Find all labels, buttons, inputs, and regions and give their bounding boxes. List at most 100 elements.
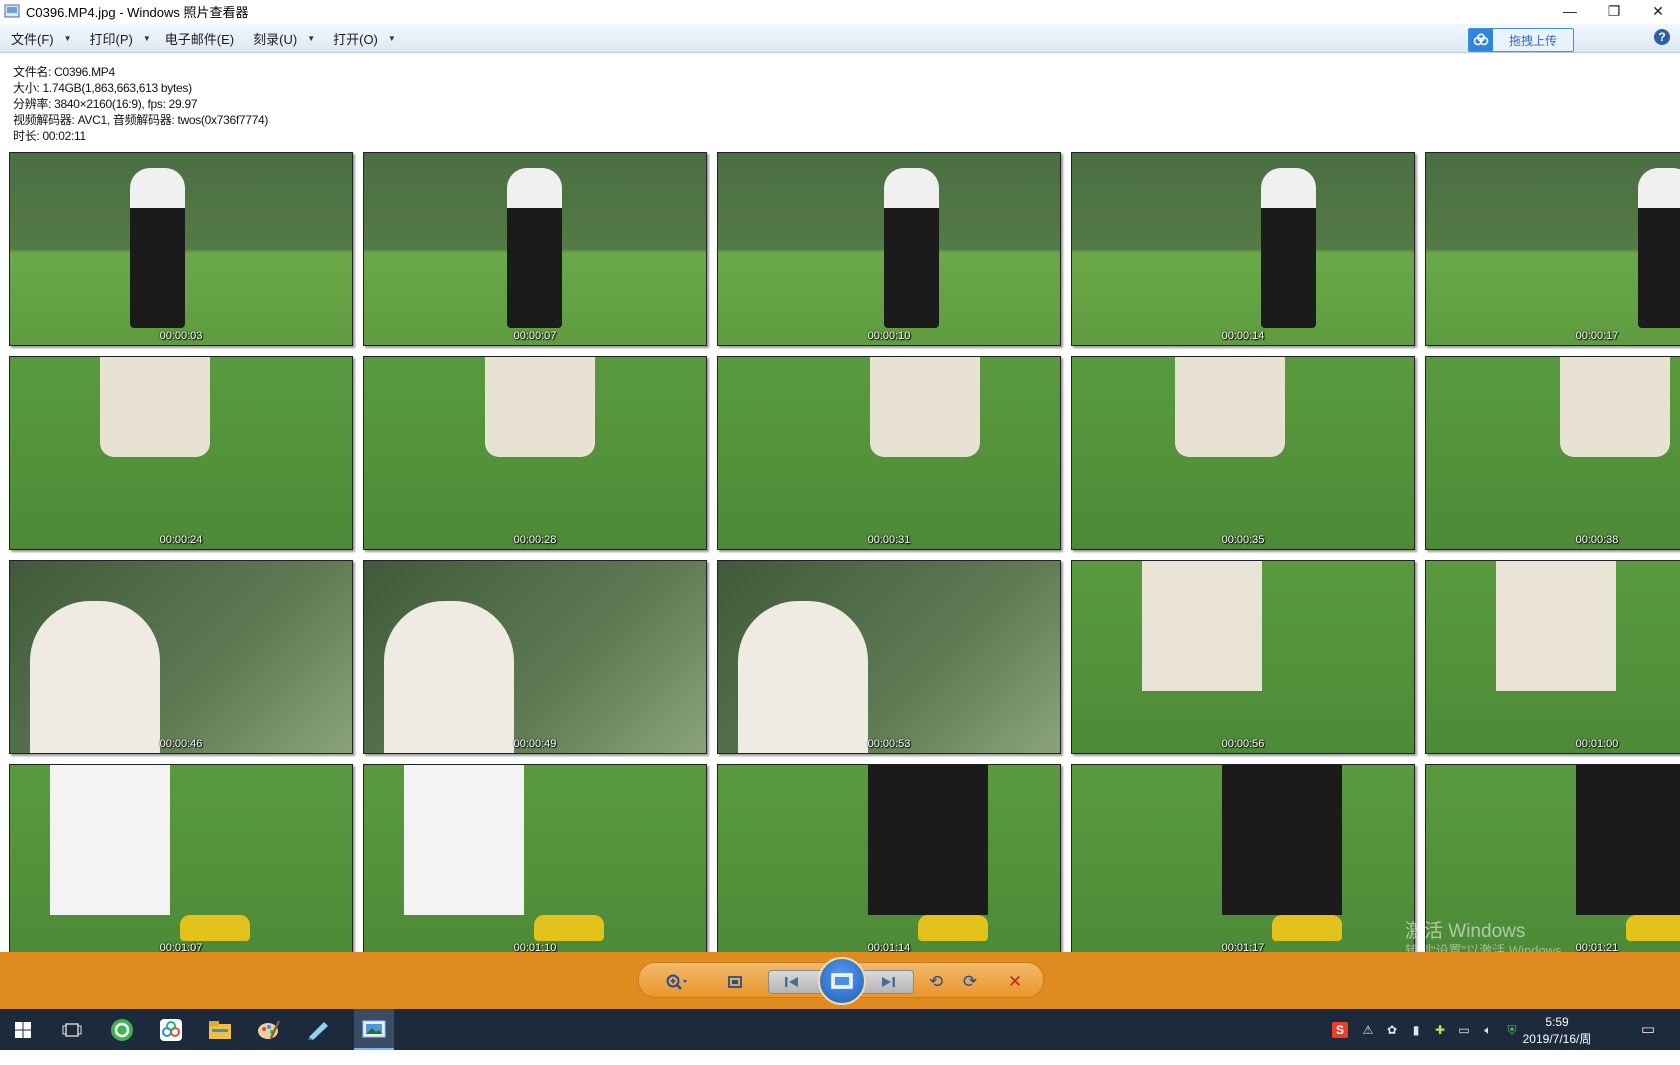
info-resolution: 分辨率: 3840×2160(16:9), fps: 29.97 — [13, 97, 198, 111]
chevron-down-icon: ▼ — [142, 33, 151, 43]
slideshow-icon — [831, 973, 853, 989]
file-info: 文件名: C0396.MP4 大小: 1.74GB(1,863,663,613 … — [13, 64, 268, 144]
upload-button[interactable]: 拖拽上传 — [1468, 28, 1574, 52]
video-thumbnail: 00:01:14 — [717, 764, 1061, 952]
sogou-input-icon[interactable]: S — [1332, 1022, 1348, 1038]
network-disconnected-icon[interactable]: ⚠ — [1360, 1022, 1376, 1038]
notepad-icon[interactable] — [305, 1017, 331, 1043]
scene-figure — [180, 915, 250, 941]
video-thumbnail: 00:00:35 — [1071, 356, 1415, 550]
scene-figure — [738, 601, 868, 753]
video-thumbnail: 00:01:17 — [1071, 764, 1415, 952]
delete-icon[interactable]: ✕ — [1002, 969, 1028, 995]
window-title: C0396.MP4.jpg - Windows 照片查看器 — [26, 4, 249, 20]
scene-figure — [1261, 168, 1316, 328]
scene-figure — [50, 765, 170, 915]
thumbnail-timestamp: 00:01:17 — [1221, 942, 1265, 952]
activation-watermark: 激活 Windows — [1405, 921, 1526, 942]
menu-open-label: 打开(O) — [333, 31, 378, 47]
thumbnail-timestamp: 00:00:14 — [1221, 330, 1265, 342]
network-icon[interactable]: ▭ — [1456, 1022, 1472, 1038]
thumbnail-timestamp: 00:00:10 — [867, 330, 911, 342]
video-thumbnail: 00:00:53 — [717, 560, 1061, 754]
cloud-upload-icon — [1469, 29, 1493, 51]
menu-print[interactable]: 打印(P) ▼ — [90, 29, 151, 48]
windows-start-icon[interactable] — [10, 1017, 36, 1043]
thumbnail-timestamp: 00:01:14 — [867, 942, 911, 952]
video-thumbnail: 00:00:24 — [9, 356, 353, 550]
scene-figure — [868, 765, 988, 915]
task-view-icon[interactable] — [59, 1017, 85, 1043]
thumbnail-timestamp: 00:00:17 — [1575, 330, 1619, 342]
slideshow-button[interactable] — [818, 957, 866, 1005]
security-shield-icon[interactable]: ⛨ — [1504, 1022, 1520, 1038]
notification-icon[interactable]: ▭ — [1640, 1021, 1656, 1038]
scene-figure — [1576, 765, 1680, 915]
previous-icon[interactable] — [779, 969, 805, 995]
video-thumbnail: 00:00:10 — [717, 152, 1061, 346]
zoom-icon[interactable] — [663, 969, 689, 995]
usb-icon[interactable]: ▮ — [1408, 1022, 1424, 1038]
photo-viewer-icon — [4, 4, 20, 18]
browser-icon[interactable] — [109, 1017, 135, 1043]
scene-figure — [918, 915, 988, 941]
thumbnail-timestamp: 00:00:53 — [867, 738, 911, 750]
scene-figure — [1638, 168, 1680, 328]
thumbnail-grid: 00:00:03 00:00:07 00:00:10 00:00:14 00:00:17… — [9, 152, 1680, 952]
menu-email[interactable]: 电子邮件(E) — [165, 29, 234, 48]
video-thumbnail: 00:00:56 — [1071, 560, 1415, 754]
paint-icon[interactable] — [256, 1017, 282, 1043]
close-button[interactable]: ✕ — [1636, 0, 1680, 22]
rotate-right-icon[interactable]: ⟳ — [957, 969, 983, 995]
info-size: 大小: 1.74GB(1,863,663,613 bytes) — [13, 81, 192, 95]
next-icon[interactable] — [875, 969, 901, 995]
video-thumbnail: 00:00:03 — [9, 152, 353, 346]
thumbnail-timestamp: 00:00:24 — [159, 534, 203, 546]
menu-print-label: 打印(P) — [89, 31, 133, 47]
rotate-left-icon[interactable]: ⟲ — [923, 969, 949, 995]
scene-figure — [404, 765, 524, 915]
menu-file-label: 文件(F) — [11, 31, 54, 47]
file-explorer-icon[interactable] — [207, 1017, 233, 1043]
scene-figure — [100, 357, 210, 457]
thumbnail-timestamp: 00:00:49 — [513, 738, 557, 750]
scene-figure — [1222, 765, 1342, 915]
minimize-button[interactable]: — — [1548, 0, 1592, 22]
scene-figure — [130, 168, 185, 328]
clock-date: 2019/7/16/周二 — [1522, 1032, 1592, 1063]
thumbnail-timestamp: 00:01:10 — [513, 942, 557, 952]
upload-button-label: 拖拽上传 — [1509, 33, 1558, 48]
restore-button[interactable]: ❐ — [1592, 0, 1636, 22]
accelerator-icon[interactable]: ✚ — [1432, 1022, 1448, 1038]
video-thumbnail: 00:00:31 — [717, 356, 1061, 550]
help-icon[interactable]: ? — [1654, 29, 1670, 45]
scene-figure — [1142, 561, 1262, 691]
baidu-netdisk-icon[interactable] — [158, 1017, 184, 1043]
menu-open[interactable]: 打开(O) ▼ — [333, 29, 396, 48]
info-codec: 视频解码器: AVC1, 音频解码器: twos(0x736f7774) — [13, 113, 269, 127]
menu-file[interactable]: 文件(F) ▼ — [11, 29, 72, 48]
video-thumbnail: 00:00:28 — [363, 356, 707, 550]
menu-burn[interactable]: 刻录(U) ▼ — [253, 29, 315, 48]
volume-icon[interactable]: 🔈︎ — [1480, 1022, 1496, 1038]
video-thumbnail: 00:00:46 — [9, 560, 353, 754]
thumbnail-timestamp: 00:00:03 — [159, 330, 203, 342]
chevron-down-icon: ▼ — [387, 33, 396, 43]
thumbnail-timestamp: 00:00:28 — [513, 534, 557, 546]
thumbnail-timestamp: 00:01:00 — [1575, 738, 1619, 750]
thumbnail-timestamp: 00:00:31 — [867, 534, 911, 546]
actual-size-icon[interactable] — [722, 969, 748, 995]
video-thumbnail: 00:00:07 — [363, 152, 707, 346]
video-thumbnail: 00:01:10 — [363, 764, 707, 952]
netdisk-tray-icon[interactable]: ✿ — [1384, 1022, 1400, 1038]
menu-bar: 文件(F) ▼ 打印(P) ▼ 电子邮件(E) 刻录(U) ▼ 打开(O) ▼ — [0, 24, 1680, 53]
scene-figure — [1496, 561, 1616, 691]
chevron-down-icon: ▼ — [63, 33, 72, 43]
scene-figure — [507, 168, 562, 328]
clock-time: 5:59 — [1545, 1015, 1569, 1029]
clock[interactable]: 5:59 2019/7/16/周二 — [1522, 1014, 1592, 1065]
scene-figure — [30, 601, 160, 753]
info-filename: 文件名: C0396.MP4 — [13, 65, 115, 79]
photo-viewer-taskbar-icon[interactable] — [354, 1009, 394, 1050]
scene-figure — [1560, 357, 1670, 457]
